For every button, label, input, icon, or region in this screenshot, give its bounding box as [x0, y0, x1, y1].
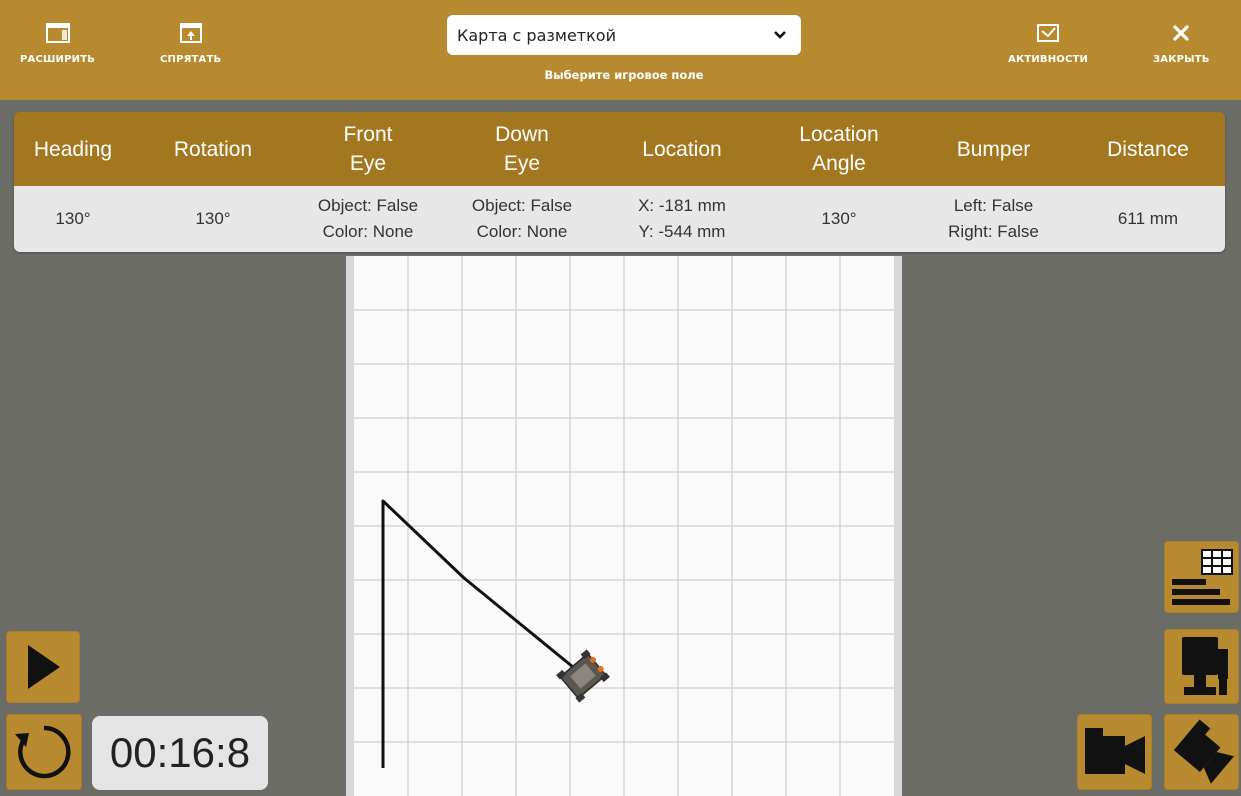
field-select[interactable]: Карта с разметкой [447, 15, 801, 55]
value-heading: 130° [55, 209, 91, 228]
activities-label: АКТИВНОСТИ [1008, 54, 1089, 65]
header-location-angle-line2: Angle [812, 152, 866, 175]
header-heading: Heading [33, 137, 113, 161]
timer-display: 00:16:8 [92, 716, 268, 790]
sensor-table-icon [1172, 549, 1233, 605]
value-distance: 611 mm [1117, 209, 1179, 228]
value-front-eye-color: Color: None [322, 222, 414, 241]
close-button[interactable]: ЗАКРЫТЬ [1153, 22, 1210, 65]
header-front-eye-line1: Front [343, 123, 393, 146]
value-down-eye: Object: False Color: None [442, 186, 602, 252]
value-location-y: Y: -544 mm [638, 222, 726, 241]
field-select-value: Карта с разметкой [457, 25, 616, 45]
header-location-angle: Location Angle [762, 112, 916, 186]
hide-window-icon [179, 23, 202, 43]
header-down-eye-line2: Eye [503, 152, 541, 175]
robot-camera-button[interactable] [1164, 629, 1239, 704]
activities-button[interactable]: АКТИВНОСТИ [1008, 22, 1088, 65]
value-bumper: Left: False Right: False [916, 186, 1071, 252]
reset-button[interactable] [6, 714, 82, 790]
value-location-x: X: -181 mm [638, 196, 726, 215]
sensor-table-button[interactable] [1164, 541, 1239, 613]
play-icon [28, 645, 60, 689]
hide-label: СПРЯТАТЬ [160, 54, 222, 65]
video-camera-icon [1085, 728, 1145, 774]
robot-camera-icon [1182, 637, 1228, 695]
header-down-eye: Down Eye [442, 112, 602, 186]
value-front-eye: Object: False Color: None [294, 186, 442, 252]
header-location: Location [642, 137, 722, 161]
close-label: ЗАКРЫТЬ [1153, 54, 1210, 65]
reset-icon [15, 725, 71, 779]
activities-checkbox-icon [1037, 24, 1060, 42]
expand-window-icon [45, 23, 70, 43]
telemetry-header-row: Heading Rotation Front Eye Down Eye Loca… [14, 112, 1225, 186]
header-down-eye-line1: Down [495, 123, 549, 146]
value-location: X: -181 mm Y: -544 mm [602, 186, 762, 252]
value-down-eye-color: Color: None [476, 222, 568, 241]
header-rotation: Rotation [173, 137, 253, 161]
header-distance: Distance [1107, 137, 1189, 161]
value-bumper-left: Left: False [953, 196, 1034, 215]
field-select-hint: Выберите игровое поле [544, 68, 704, 82]
expand-button[interactable]: РАСШИРИТЬ [20, 22, 95, 65]
overhead-camera-icon [1173, 719, 1235, 784]
telemetry-table: Heading Rotation Front Eye Down Eye Loca… [14, 112, 1225, 252]
value-location-angle: 130° [821, 209, 857, 228]
play-button[interactable] [6, 631, 80, 703]
playfield[interactable] [346, 256, 902, 796]
video-camera-button[interactable] [1077, 714, 1152, 790]
value-rotation: 130° [195, 209, 231, 228]
top-toolbar: РАСШИРИТЬ СПРЯТАТЬ Карта с разметкой Выб… [0, 0, 1241, 100]
overhead-camera-button[interactable] [1164, 714, 1239, 790]
header-location-angle-line1: Location [799, 123, 879, 146]
close-icon [1173, 25, 1189, 41]
value-down-eye-object: Object: False [471, 196, 573, 215]
hide-button[interactable]: СПРЯТАТЬ [160, 22, 221, 65]
value-bumper-right: Right: False [948, 222, 1039, 241]
chevron-down-icon [774, 31, 786, 39]
expand-label: РАСШИРИТЬ [20, 54, 96, 65]
value-front-eye-object: Object: False [317, 196, 419, 215]
header-front-eye: Front Eye [294, 112, 442, 186]
header-bumper: Bumper [956, 137, 1031, 161]
playfield-grid [354, 256, 894, 796]
telemetry-value-row: 130° 130° Object: False Color: None Obje… [14, 186, 1225, 252]
header-front-eye-line2: Eye [349, 152, 387, 175]
